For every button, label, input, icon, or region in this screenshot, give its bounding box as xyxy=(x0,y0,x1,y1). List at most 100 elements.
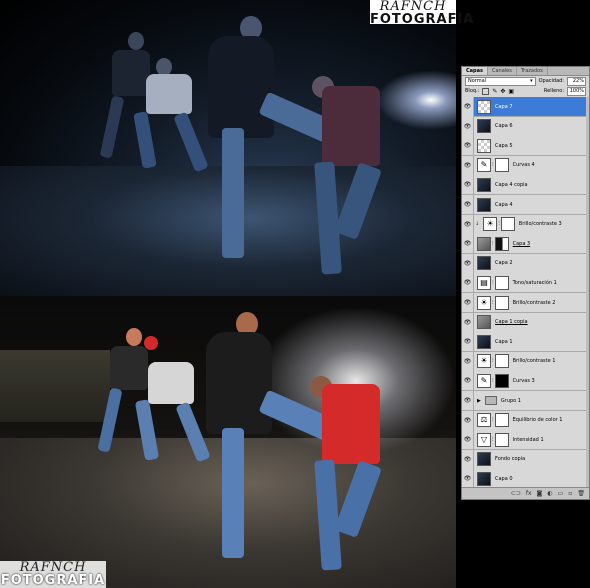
link-icon[interactable]: ⁝ xyxy=(492,437,494,443)
fx-icon[interactable]: fx xyxy=(526,490,532,497)
layer-thumbnail[interactable] xyxy=(477,177,491,192)
layer-thumbnail[interactable] xyxy=(477,471,491,486)
eye-icon[interactable]: 👁 xyxy=(462,116,474,137)
layer-row[interactable]: 👁 Fondo copia xyxy=(462,449,589,470)
layer-mask-thumbnail[interactable] xyxy=(494,373,509,388)
layer-thumbnail[interactable] xyxy=(477,119,491,134)
tab-canales[interactable]: Canales xyxy=(488,67,517,75)
eye-icon[interactable]: 👁 xyxy=(462,370,474,391)
lock-fill-row: Bloq.: ✎ ✥ ▣ Relleno: 100% xyxy=(462,86,589,96)
layer-row[interactable]: 👁 Capa 4 xyxy=(462,194,589,215)
lock-all-icon[interactable]: ▣ xyxy=(508,88,514,95)
eye-icon[interactable]: 👁 xyxy=(462,312,474,333)
eye-icon[interactable]: 👁 xyxy=(462,272,474,293)
eye-icon[interactable]: 👁 xyxy=(462,468,474,489)
eye-icon[interactable]: 👁 xyxy=(462,331,474,352)
link-icon[interactable]: ⁝ xyxy=(492,241,494,247)
layer-mask-thumbnail[interactable] xyxy=(494,413,509,428)
lock-paint-icon[interactable]: ✎ xyxy=(492,88,497,95)
figure-crouching xyxy=(300,72,400,292)
layer-name: Intensidad 1 xyxy=(512,436,544,443)
layer-thumbnail[interactable] xyxy=(477,315,491,330)
eye-icon[interactable]: 👁 xyxy=(462,155,474,176)
expand-triangle-icon[interactable]: ▶ xyxy=(477,398,481,404)
layer-thumbnail[interactable] xyxy=(477,334,491,349)
adjustment-thumbnail[interactable]: ✎ xyxy=(477,373,491,388)
link-icon[interactable]: ⁝ xyxy=(492,162,494,168)
layer-mask-thumbnail[interactable] xyxy=(494,432,509,447)
layer-mask-thumbnail[interactable] xyxy=(494,354,509,369)
layer-row[interactable]: 👁 Capa 6 xyxy=(462,116,589,137)
layer-row[interactable]: 👁 Capa 5 xyxy=(462,135,589,157)
layer-row[interactable]: 👁 ↓ ☀ ⁝ Brillo/contraste 3 xyxy=(462,214,589,235)
adjustment-thumbnail[interactable]: ✎ xyxy=(477,158,491,173)
folder-icon[interactable]: ▭ xyxy=(558,490,564,497)
eye-icon[interactable]: 👁 xyxy=(462,410,474,431)
link-icon[interactable]: ⁝ xyxy=(492,358,494,364)
layer-row[interactable]: 👁 Capa 1 copia xyxy=(462,312,589,333)
blend-mode-select[interactable]: Normal ▾ xyxy=(465,76,536,86)
eye-icon[interactable]: 👁 xyxy=(462,351,474,372)
eye-icon[interactable]: 👁 xyxy=(462,135,474,156)
link-icon[interactable]: ⁝ xyxy=(492,280,494,286)
layer-name: Capa 4 xyxy=(495,201,513,208)
layer-thumbnail[interactable] xyxy=(477,256,491,271)
adjustment-thumbnail[interactable]: ▽ xyxy=(477,432,491,447)
tab-trazados[interactable]: Trazados xyxy=(517,67,548,75)
eye-icon[interactable]: 👁 xyxy=(462,194,474,215)
fill-field[interactable]: 100% xyxy=(567,86,586,96)
layer-row[interactable]: 👁 ⁝ Capa 3 xyxy=(462,233,589,255)
layer-row[interactable]: 👁 ▶ Grupo 1 xyxy=(462,390,589,411)
adjustment-thumbnail[interactable]: ☀ xyxy=(483,217,498,232)
link-icon[interactable]: ⁝ xyxy=(492,378,494,384)
adjustment-icon[interactable]: ◐ xyxy=(547,490,552,497)
eye-icon[interactable]: 👁 xyxy=(462,214,474,235)
layer-thumbnail[interactable] xyxy=(477,452,491,467)
tab-capas[interactable]: Capas xyxy=(462,67,488,75)
adjustment-thumbnail[interactable]: ▤ xyxy=(477,275,491,290)
layer-thumbnail[interactable] xyxy=(477,138,491,153)
eye-icon[interactable]: 👁 xyxy=(462,429,474,450)
layer-thumbnail[interactable] xyxy=(477,99,491,114)
layer-row[interactable]: 👁 ☀ ⁝ Brillo/contraste 2 xyxy=(462,292,589,313)
eye-icon[interactable]: 👁 xyxy=(462,292,474,313)
link-icon[interactable]: ⊂⊃ xyxy=(511,490,521,497)
eye-icon[interactable]: 👁 xyxy=(462,449,474,470)
eye-icon[interactable]: 👁 xyxy=(462,390,474,411)
layer-row[interactable]: 👁 ☀ ⁝ Brillo/contraste 1 xyxy=(462,351,589,372)
adjustment-thumbnail[interactable]: ⚖ xyxy=(477,413,491,428)
new-layer-icon[interactable]: ▫ xyxy=(568,490,572,497)
lock-move-icon[interactable]: ✥ xyxy=(500,88,505,95)
layer-row[interactable]: 👁 Capa 1 xyxy=(462,331,589,353)
layer-thumbnail[interactable] xyxy=(477,197,491,212)
layer-row[interactable]: 👁 ▤ ⁝ Tono/saturación 1 xyxy=(462,272,589,294)
adjustment-thumbnail[interactable]: ☀ xyxy=(477,295,491,310)
layer-thumbnail[interactable] xyxy=(477,236,491,251)
opacity-field[interactable]: 22% xyxy=(567,76,586,86)
mask-icon[interactable]: ◙ xyxy=(537,490,543,497)
layer-row[interactable]: 👁 ⚖ ⁝ Equilibrio de color 1 xyxy=(462,410,589,431)
layer-row[interactable]: 👁 Capa 7 xyxy=(462,96,589,117)
eye-icon[interactable]: 👁 xyxy=(462,96,474,117)
layer-row[interactable]: 👁 ✎ ⁝ Curvas 4 xyxy=(462,155,589,176)
trash-icon[interactable]: 🗑 xyxy=(577,490,585,497)
layer-mask-thumbnail[interactable] xyxy=(500,217,515,232)
layer-row[interactable]: 👁 ▽ ⁝ Intensidad 1 xyxy=(462,429,589,451)
layers-scrollbar[interactable] xyxy=(586,97,589,489)
layer-mask-thumbnail[interactable] xyxy=(494,236,509,251)
layer-name: Fondo copia xyxy=(495,456,526,463)
layer-row[interactable]: 👁 Capa 4 copia xyxy=(462,174,589,196)
eye-icon[interactable]: 👁 xyxy=(462,174,474,195)
layer-mask-thumbnail[interactable] xyxy=(494,158,509,173)
link-icon[interactable]: ⁝ xyxy=(498,221,500,227)
layer-row[interactable]: 👁 ✎ ⁝ Curvas 3 xyxy=(462,370,589,392)
eye-icon[interactable]: 👁 xyxy=(462,233,474,254)
link-icon[interactable]: ⁝ xyxy=(492,300,494,306)
eye-icon[interactable]: 👁 xyxy=(462,253,474,274)
layer-mask-thumbnail[interactable] xyxy=(494,275,509,290)
lock-transparency-icon[interactable] xyxy=(482,87,490,95)
layer-row[interactable]: 👁 Capa 2 xyxy=(462,253,589,274)
link-icon[interactable]: ⁝ xyxy=(492,417,494,423)
adjustment-thumbnail[interactable]: ☀ xyxy=(477,354,491,369)
layer-mask-thumbnail[interactable] xyxy=(494,295,509,310)
